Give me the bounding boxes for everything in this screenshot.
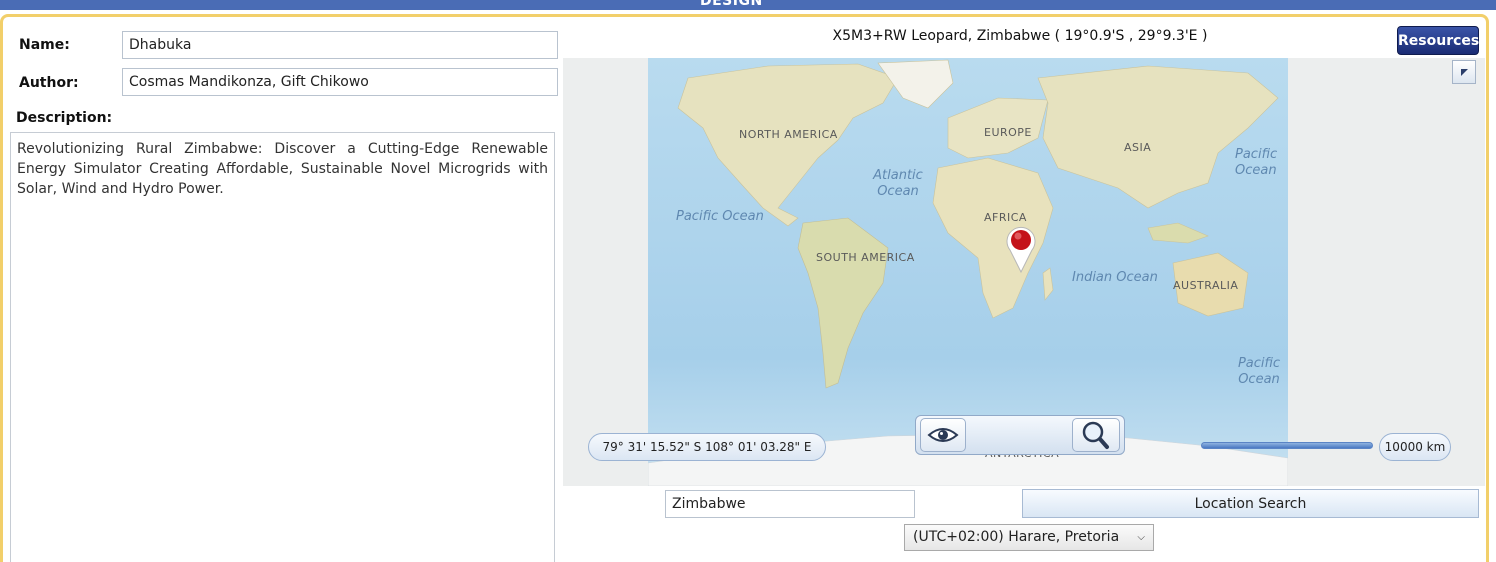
label-australia: AUSTRALIA bbox=[1173, 279, 1239, 292]
label-europe: EUROPE bbox=[984, 126, 1032, 139]
label-south-america: SOUTH AMERICA bbox=[816, 251, 915, 264]
timezone-select[interactable]: (UTC+02:00) Harare, Pretoria ⌵ bbox=[904, 524, 1154, 551]
cursor-coordinates: 79° 31' 15.52" S 108° 01' 03.28" E bbox=[588, 433, 826, 461]
map-scale-label: 10000 km bbox=[1379, 433, 1451, 461]
label-north-america: NORTH AMERICA bbox=[739, 128, 838, 141]
name-label: Name: bbox=[19, 37, 70, 53]
window-title: DESIGN bbox=[700, 0, 763, 9]
location-search-input[interactable]: Zimbabwe bbox=[665, 490, 915, 518]
magnifier-icon bbox=[1082, 421, 1109, 449]
author-input[interactable]: Cosmas Mandikonza, Gift Chikowo bbox=[122, 68, 558, 96]
label-atlantic-ocean: Atlantic Ocean bbox=[873, 168, 923, 199]
map-scale-bar bbox=[1201, 442, 1373, 449]
label-pacific-ocean-ne: Pacific Ocean bbox=[1235, 147, 1278, 178]
view-button[interactable] bbox=[920, 418, 966, 452]
label-africa: AFRICA bbox=[984, 211, 1027, 224]
label-pacific-ocean-se: Pacific Ocean bbox=[1237, 356, 1281, 387]
location-title: X5M3+RW Leopard, Zimbabwe ( 19°0.9'S , 2… bbox=[832, 28, 1208, 44]
map-viewport[interactable]: NORTH AMERICA EUROPE ASIA AFRICA SOUTH A… bbox=[563, 58, 1485, 486]
timezone-selected-value: (UTC+02:00) Harare, Pretoria bbox=[913, 529, 1120, 545]
map-mode-toggle-button[interactable] bbox=[1452, 60, 1476, 84]
map-toolbar bbox=[915, 415, 1125, 455]
description-label: Description: bbox=[16, 110, 113, 126]
label-asia: ASIA bbox=[1124, 141, 1152, 154]
label-indian-ocean: Indian Ocean bbox=[1072, 270, 1158, 285]
eye-icon bbox=[927, 428, 959, 442]
author-label: Author: bbox=[19, 75, 79, 91]
label-pacific-ocean-west: Pacific Ocean bbox=[676, 209, 764, 224]
name-input[interactable]: Dhabuka bbox=[122, 31, 558, 59]
map-pin-icon[interactable] bbox=[1002, 224, 1040, 274]
chevron-down-icon: ⌵ bbox=[1137, 532, 1145, 543]
location-search-button[interactable]: Location Search bbox=[1022, 489, 1479, 518]
window-title-bar: DESIGN bbox=[0, 0, 1496, 10]
resources-button[interactable]: Resources bbox=[1397, 26, 1479, 55]
description-textarea[interactable]: Revolutionizing Rural Zimbabwe: Discover… bbox=[10, 132, 555, 562]
map-search-button[interactable] bbox=[1072, 418, 1120, 452]
